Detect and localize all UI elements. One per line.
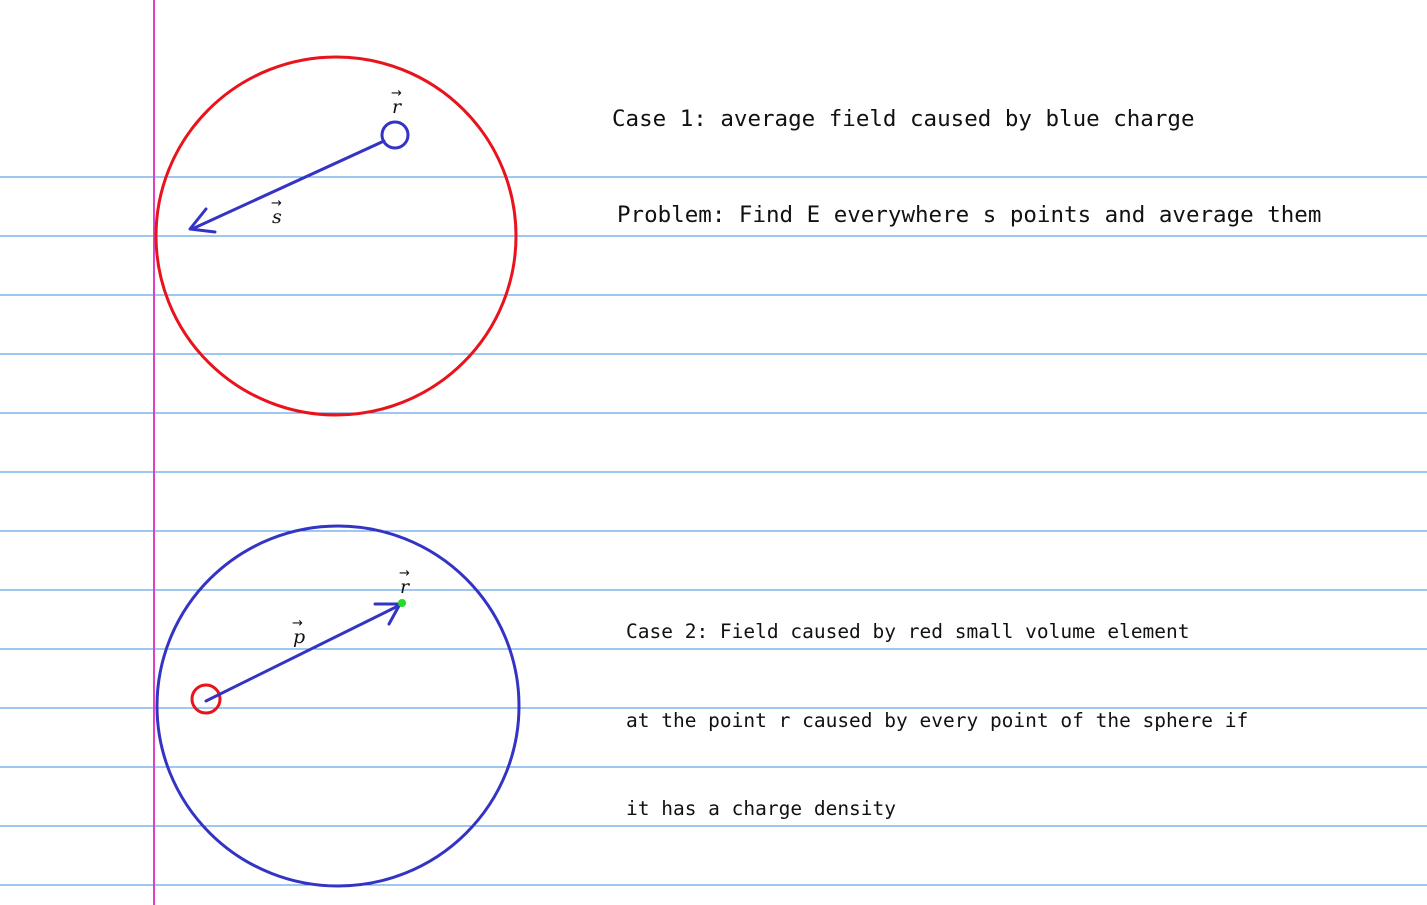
r-vector-label-case1: → r [391, 86, 402, 118]
case2-line: it has a charge density [626, 797, 897, 820]
vector-arrow-accent: → [271, 196, 282, 211]
vector-arrow-accent: → [391, 86, 402, 101]
small-blue-charge [380, 120, 410, 150]
problem-statement: Problem: Find E everywhere s points and … [617, 202, 1322, 228]
case2-notes: Case 2: Field caused by red small volume… [626, 558, 1248, 853]
case2-line: Case 2: Field caused by red small volume… [626, 620, 1190, 643]
case2-line: at the point r caused by every point of … [626, 708, 1249, 732]
p-vector-label: → p [292, 616, 306, 648]
vector-arrow-accent: → [292, 616, 303, 631]
vector-arrow-accent: → [399, 566, 410, 581]
large-blue-sphere [155, 524, 521, 888]
r-vector-label-case2: → r [399, 566, 410, 598]
case1-heading: Case 1: average field caused by blue cha… [612, 106, 1195, 132]
case2-sketch [155, 524, 521, 888]
small-red-volume-element [190, 683, 222, 715]
green-field-point [398, 599, 406, 607]
s-vector-label: → s [271, 196, 282, 228]
s-vector-arrow [190, 139, 386, 231]
